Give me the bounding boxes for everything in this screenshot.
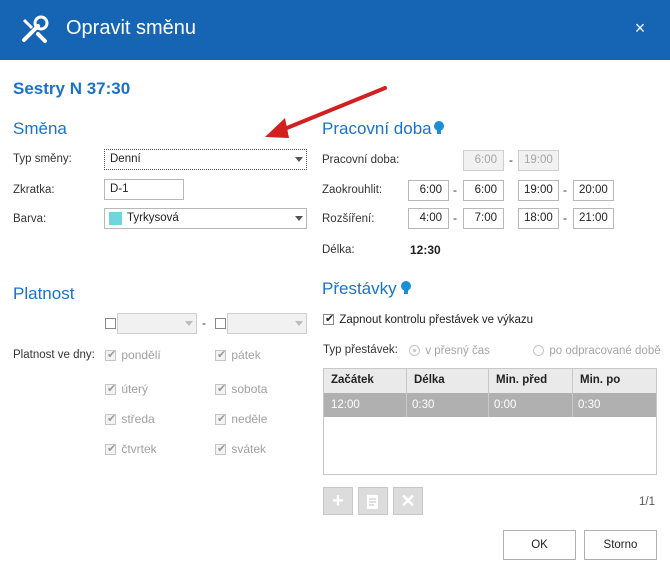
lightbulb-icon[interactable] bbox=[433, 120, 445, 136]
table-cell: 0:30 bbox=[412, 399, 435, 411]
zaokrouhlit-field-2[interactable]: 6:00 bbox=[463, 180, 504, 201]
page-info: 1/1 bbox=[639, 496, 655, 508]
range-dash: - bbox=[563, 183, 567, 197]
wrench-screwdriver-icon bbox=[22, 15, 49, 43]
pracovni-doba-from[interactable]: 6:00 bbox=[463, 150, 504, 171]
typ-smeny-select[interactable]: Denní bbox=[104, 149, 307, 170]
platnost-to-select[interactable] bbox=[227, 313, 307, 334]
column-header[interactable]: Začátek bbox=[331, 374, 374, 386]
day-label: pátek bbox=[231, 348, 261, 362]
rozsireni-label: Rozšíření: bbox=[322, 213, 375, 225]
range-dash: - bbox=[202, 316, 206, 330]
rozsireni-field-2[interactable]: 7:00 bbox=[463, 208, 504, 229]
day-checkbox-sobota[interactable]: ✔ sobota bbox=[215, 382, 267, 396]
barva-label: Barva: bbox=[13, 213, 47, 225]
barva-value: Tyrkysová bbox=[127, 212, 179, 224]
day-checkbox-streda[interactable]: ✔ středa bbox=[105, 412, 155, 426]
rozsireni-field-4[interactable]: 21:00 bbox=[573, 208, 614, 229]
typ-smeny-value: Denní bbox=[110, 153, 141, 165]
day-checkbox-ctvrtek[interactable]: ✔ čtvrtek bbox=[105, 442, 157, 456]
day-checkbox-utery[interactable]: ✔ úterý bbox=[105, 382, 148, 396]
typ-smeny-label: Typ směny: bbox=[13, 153, 72, 165]
lightbulb-icon[interactable] bbox=[400, 280, 412, 296]
day-label: úterý bbox=[121, 382, 149, 396]
smena-section-title: Směna bbox=[13, 119, 67, 138]
platnost-dny-label: Platnost ve dny: bbox=[13, 349, 95, 361]
add-break-button[interactable]: + bbox=[323, 487, 353, 515]
grid-header: Začátek Délka Min. před Min. po bbox=[324, 369, 656, 394]
platnost-from-select[interactable] bbox=[117, 313, 197, 334]
zaokrouhlit-field-4[interactable]: 20:00 bbox=[573, 180, 614, 201]
dialog-title: Opravit směnu bbox=[66, 17, 197, 39]
pracovni-doba-title: Pracovní doba bbox=[322, 119, 432, 138]
zaokrouhlit-field-3[interactable]: 19:00 bbox=[518, 180, 559, 201]
delete-break-button[interactable]: ✕ bbox=[393, 487, 423, 515]
title-bar: Opravit směnu × bbox=[0, 0, 670, 60]
chevron-down-icon bbox=[185, 321, 193, 326]
table-cell: 0:30 bbox=[578, 399, 601, 411]
barva-select[interactable]: Tyrkysová bbox=[104, 208, 307, 229]
column-header[interactable]: Min. před bbox=[496, 374, 547, 386]
range-dash: - bbox=[453, 183, 457, 197]
chevron-down-icon bbox=[295, 216, 303, 221]
zaokrouhlit-label: Zaokrouhlit: bbox=[322, 184, 383, 196]
table-row[interactable]: 12:00 0:30 0:00 0:30 bbox=[324, 393, 656, 417]
day-label: pondělí bbox=[121, 348, 161, 362]
day-checkbox-patek[interactable]: ✔ pátek bbox=[215, 348, 261, 362]
prestavky-section-title: Přestávky bbox=[322, 279, 397, 298]
rozsireni-field-1[interactable]: 4:00 bbox=[408, 208, 449, 229]
rozsireni-field-3[interactable]: 18:00 bbox=[518, 208, 559, 229]
delka-label: Délka: bbox=[322, 244, 355, 256]
typ-prestavek-label: Typ přestávek: bbox=[323, 344, 398, 356]
column-header[interactable]: Délka bbox=[414, 374, 445, 386]
plus-icon: + bbox=[332, 490, 344, 512]
day-label: svátek bbox=[231, 442, 267, 456]
day-label: neděle bbox=[231, 412, 268, 426]
day-checkbox-nedele[interactable]: ✔ neděle bbox=[215, 412, 267, 426]
pracovni-doba-label: Pracovní doba: bbox=[322, 154, 400, 166]
pracovni-doba-to[interactable]: 19:00 bbox=[518, 150, 559, 171]
day-label: sobota bbox=[231, 382, 268, 396]
platnost-section-title: Platnost bbox=[13, 284, 75, 303]
kontrola-label: Zapnout kontrolu přestávek ve výkazu bbox=[339, 314, 534, 326]
edit-icon bbox=[367, 495, 378, 509]
range-dash: - bbox=[453, 211, 457, 225]
close-icon[interactable]: × bbox=[630, 18, 650, 39]
shift-heading: Sestry N 37:30 bbox=[13, 79, 131, 98]
day-checkbox-svatek[interactable]: ✔ svátek bbox=[215, 442, 266, 456]
delka-value: 12:30 bbox=[410, 243, 441, 257]
radio-label: v přesný čas bbox=[425, 345, 490, 357]
edit-break-button[interactable] bbox=[358, 487, 388, 515]
storno-button[interactable]: Storno bbox=[584, 530, 657, 560]
zkratka-label: Zkratka: bbox=[13, 184, 55, 196]
platnost-to-checkbox[interactable] bbox=[215, 318, 226, 329]
kontrola-checkbox[interactable]: ✔ Zapnout kontrolu přestávek ve výkazu bbox=[323, 312, 533, 326]
platnost-from-checkbox[interactable] bbox=[105, 318, 116, 329]
radio-presny-cas[interactable]: v přesný čas bbox=[409, 343, 490, 357]
range-dash: - bbox=[509, 153, 513, 167]
color-swatch bbox=[109, 212, 122, 225]
table-cell: 12:00 bbox=[331, 399, 360, 411]
chevron-down-icon bbox=[295, 321, 303, 326]
day-checkbox-pondeli[interactable]: ✔ pondělí bbox=[105, 348, 161, 362]
zaokrouhlit-field-1[interactable]: 6:00 bbox=[408, 180, 449, 201]
zkratka-input[interactable]: D-1 bbox=[104, 179, 184, 200]
ok-button[interactable]: OK bbox=[503, 530, 576, 560]
delete-icon: ✕ bbox=[400, 491, 416, 511]
table-cell: 0:00 bbox=[494, 399, 517, 411]
column-header[interactable]: Min. po bbox=[580, 374, 620, 386]
chevron-down-icon bbox=[295, 157, 303, 162]
radio-po-odpracovane[interactable]: po odpracované době bbox=[533, 343, 661, 357]
day-label: čtvrtek bbox=[121, 442, 157, 456]
annotation-arrow bbox=[265, 86, 387, 138]
day-label: středa bbox=[121, 412, 155, 426]
breaks-grid[interactable]: Začátek Délka Min. před Min. po 12:00 0:… bbox=[323, 368, 657, 475]
range-dash: - bbox=[563, 211, 567, 225]
radio-label: po odpracované době bbox=[549, 345, 661, 357]
